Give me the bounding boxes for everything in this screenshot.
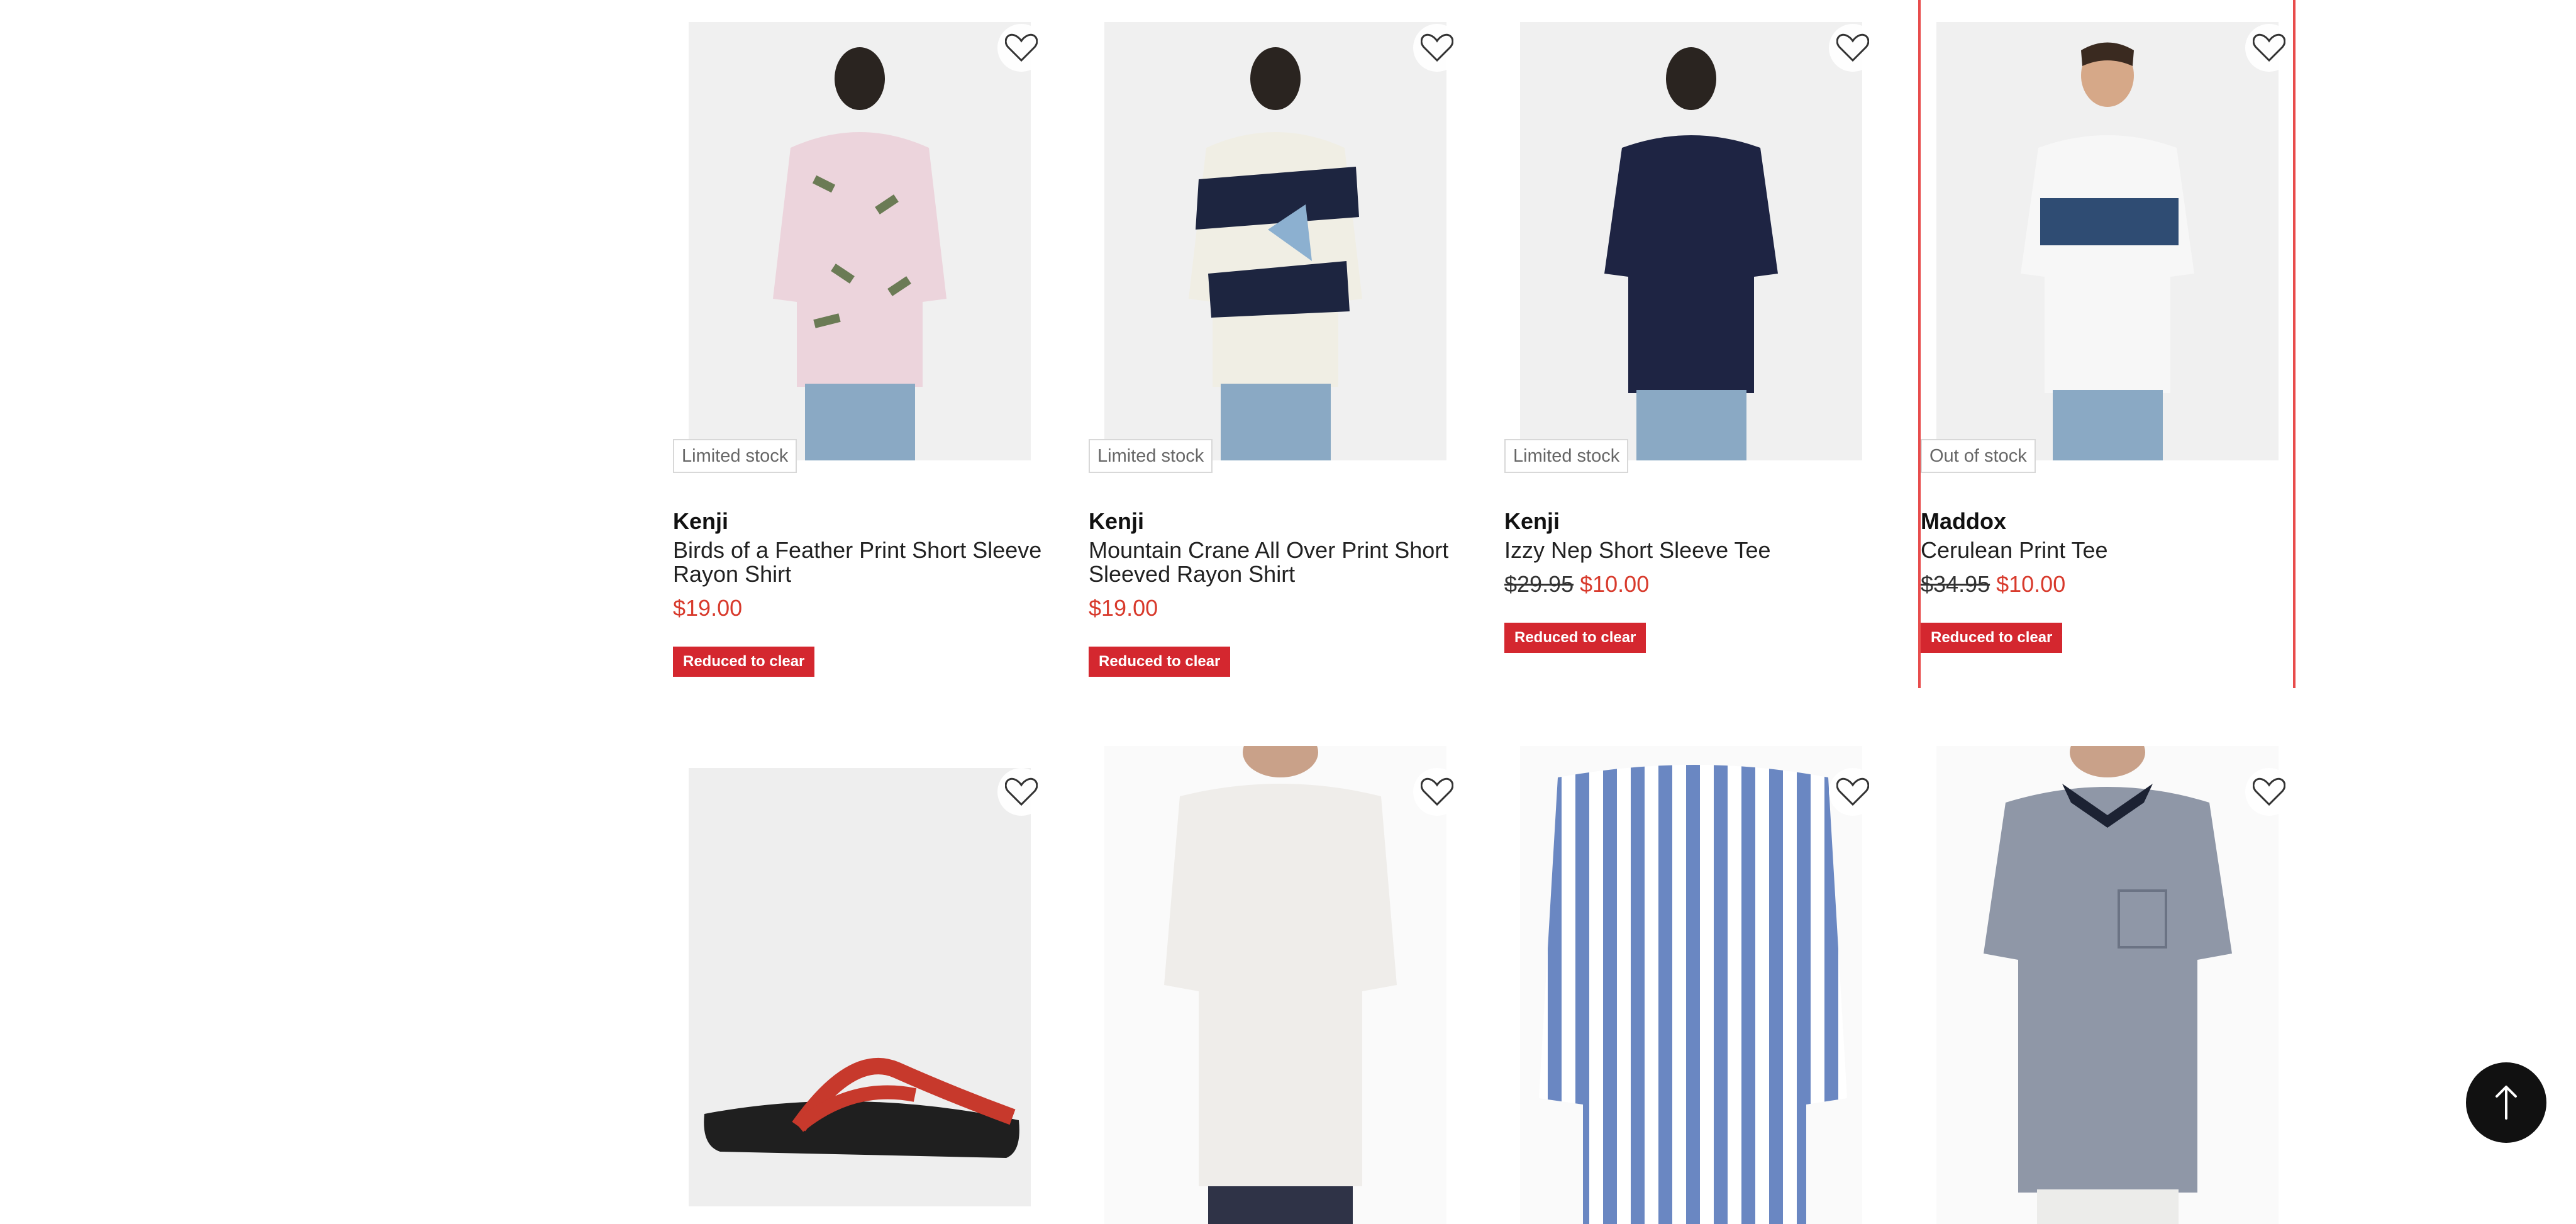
arrow-up-icon	[2496, 1086, 2517, 1120]
product-price: $19.00	[673, 595, 742, 621]
back-to-top-button[interactable]	[2466, 1062, 2546, 1143]
heart-outline-icon	[1836, 33, 1869, 62]
reduced-to-clear-badge: Reduced to clear	[673, 647, 815, 677]
wishlist-button[interactable]	[1829, 24, 1877, 72]
product-title[interactable]: Izzy Nep Short Sleeve Tee	[1504, 538, 1882, 562]
reduced-to-clear-badge: Reduced to clear	[1504, 623, 1646, 653]
heart-outline-icon	[1421, 777, 1453, 806]
product-price: $19.00	[1089, 595, 1158, 621]
sale-price: $19.00	[1089, 595, 1158, 621]
product-photo-tee-navy	[1520, 22, 1862, 460]
product-price: $29.95 $10.00	[1504, 571, 1649, 598]
product-image[interactable]	[689, 768, 1031, 1206]
product-photo-shirt-print	[1104, 22, 1446, 460]
wishlist-button[interactable]	[997, 768, 1045, 816]
heart-outline-icon	[2253, 777, 2285, 806]
product-photo-striped-shirt	[1520, 746, 1862, 1224]
wishlist-button[interactable]	[1413, 24, 1461, 72]
original-price: $34.95	[1921, 571, 1990, 597]
stock-status-label: Limited stock	[1504, 439, 1629, 473]
product-brand[interactable]: Kenji	[1089, 508, 1144, 535]
wishlist-button[interactable]	[997, 24, 1045, 72]
product-image[interactable]	[1520, 746, 1862, 1224]
reduced-to-clear-badge: Reduced to clear	[1089, 647, 1231, 677]
product-photo-white-shirt	[1104, 746, 1446, 1224]
wishlist-button[interactable]	[2245, 24, 2293, 72]
product-brand[interactable]: Maddox	[1921, 508, 2006, 535]
product-title[interactable]: Birds of a Feather Print Short Sleeve Ra…	[673, 538, 1050, 586]
product-photo-flip-flop	[689, 768, 1031, 1206]
product-brand[interactable]: Kenji	[673, 508, 728, 535]
product-image[interactable]	[689, 22, 1031, 460]
heart-outline-icon	[1836, 777, 1869, 806]
stock-status-label: Limited stock	[1089, 439, 1213, 473]
heart-outline-icon	[1421, 33, 1453, 62]
heart-outline-icon	[1005, 33, 1038, 62]
sale-price: $10.00	[1580, 571, 1650, 597]
product-photo-tee-white	[1936, 22, 2279, 460]
product-photo-polo	[1936, 746, 2279, 1224]
sale-price: $10.00	[1996, 571, 2066, 597]
product-grid: Limited stock Kenji Birds of a Feather P…	[0, 0, 2576, 1224]
product-image[interactable]	[1104, 22, 1446, 460]
reduced-to-clear-badge: Reduced to clear	[1921, 623, 2063, 653]
original-price: $29.95	[1504, 571, 1574, 597]
product-title[interactable]: Mountain Crane All Over Print Short Slee…	[1089, 538, 1466, 586]
wishlist-button[interactable]	[2245, 768, 2293, 816]
product-image[interactable]	[1520, 22, 1862, 460]
heart-outline-icon	[2253, 33, 2285, 62]
product-photo-shirt-pink	[689, 22, 1031, 460]
product-image[interactable]	[1936, 22, 2279, 460]
product-price: $34.95 $10.00	[1921, 571, 2065, 598]
wishlist-button[interactable]	[1413, 768, 1461, 816]
wishlist-button[interactable]	[1829, 768, 1877, 816]
sale-price: $19.00	[673, 595, 743, 621]
product-brand[interactable]: Kenji	[1504, 508, 1560, 535]
stock-status-label: Out of stock	[1921, 439, 2036, 473]
heart-outline-icon	[1005, 777, 1038, 806]
product-image[interactable]	[1104, 746, 1446, 1224]
product-image[interactable]	[1936, 746, 2279, 1224]
product-title[interactable]: Cerulean Print Tee	[1921, 538, 2298, 562]
stock-status-label: Limited stock	[673, 439, 797, 473]
